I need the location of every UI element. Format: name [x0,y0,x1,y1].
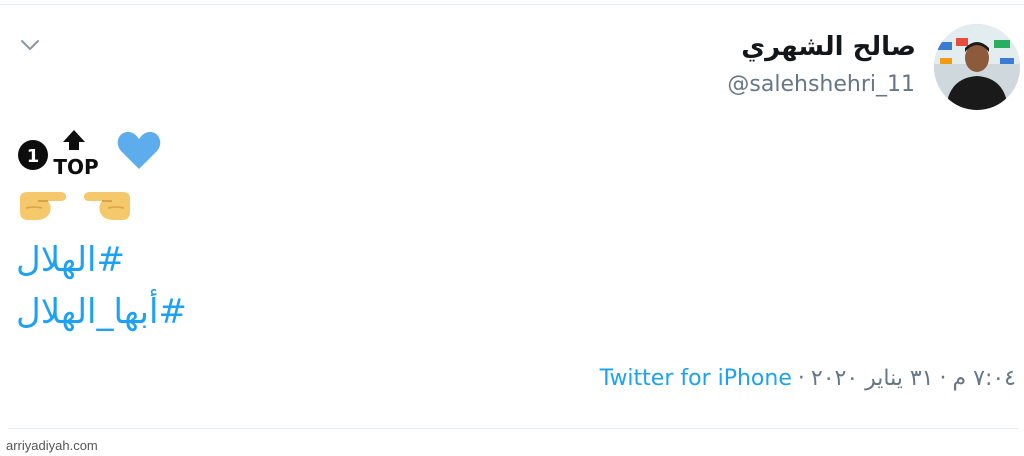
blue-heart-icon [116,129,162,175]
hashtag-link[interactable]: #أبها_الهلال [16,292,187,332]
hashtag-link[interactable]: #الهلال [16,240,125,280]
bottom-divider [8,428,1018,429]
hand-pointing-right-icon [16,186,68,226]
chevron-down-icon[interactable] [18,36,42,54]
hand-pointing-left-icon [82,186,134,226]
top-badge: 1 TOP [16,128,106,179]
tweet-time[interactable]: ٧:٠٤ م [953,366,1017,391]
tweet-card: صالح الشهري @salehshehri_11 1 TOP #الهلا… [0,0,1024,456]
keycap-number: 1 [27,146,40,167]
display-name[interactable]: صالح الشهري [741,32,916,62]
source-link[interactable]: Twitter for iPhone [600,366,792,391]
keycap-1-icon: 1 [18,140,48,170]
tweet-date[interactable]: ٣١ يناير ٢٠٢٠ [811,366,934,391]
user-handle[interactable]: @salehshehri_11 [727,72,915,97]
top-label: TOP [53,155,98,176]
emoji-line-1: 1 TOP [16,128,162,179]
separator: · [939,366,947,391]
watermark: arriyadiyah.com [6,438,98,453]
emoji-line-2 [16,186,148,226]
separator: · [797,366,805,391]
top-divider [0,4,1024,5]
top-arrow-icon: TOP [53,130,99,179]
tweet-meta: Twitter for iPhone · ٣١ يناير ٢٠٢٠ · ٧:٠… [600,366,1016,391]
avatar[interactable] [934,24,1020,110]
